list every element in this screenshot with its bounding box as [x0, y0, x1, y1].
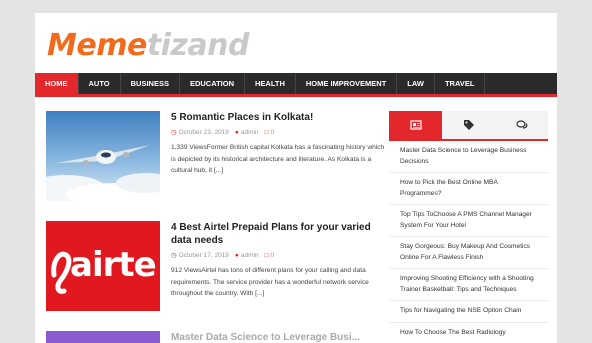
sidebar-post-link[interactable]: Stay Gorgeous: Buy Makeup And Cosmetics … — [389, 237, 548, 269]
post-author[interactable]: admin — [241, 129, 259, 136]
nav-item-travel[interactable]: TRAVEL — [435, 73, 485, 94]
logo-part-2: tizand — [147, 28, 249, 63]
user-icon: ● — [235, 252, 239, 259]
post-item: airte 4 Best Airtel Prepaid Plans for yo… — [46, 221, 386, 313]
post-thumbnail-airtel[interactable]: airte — [46, 221, 160, 311]
post-title[interactable]: 4 Best Airtel Prepaid Plans for your var… — [171, 221, 386, 247]
clock-icon: ◷ — [171, 252, 177, 259]
post-excerpt: 912 ViewsAirtel has tons of different pl… — [171, 265, 386, 300]
nav-item-auto[interactable]: AUTO — [79, 73, 121, 94]
sidebar-post-link[interactable]: Top Tips ToChoose A PMS Channel Manager … — [389, 205, 548, 237]
post-comments[interactable]: 0 — [271, 129, 275, 136]
sidebar-post-link[interactable]: Tips for Navigating the NSE Option Chain — [389, 301, 548, 323]
sidebar-tabs — [389, 111, 548, 141]
nav-item-home[interactable]: HOME — [35, 73, 79, 94]
nav-item-law[interactable]: LAW — [397, 73, 435, 94]
sidebar-widget: Master Data Science to Leverage Business… — [389, 111, 548, 343]
clock-icon: ◷ — [171, 129, 177, 136]
nav-item-health[interactable]: HEALTH — [245, 73, 296, 94]
main-navigation: HOME AUTO BUSINESS EDUCATION HEALTH HOME… — [35, 73, 557, 97]
sidebar-post-link[interactable]: Improving Shooting Efficiency with a Sho… — [389, 269, 548, 301]
newspaper-icon — [410, 119, 422, 131]
post-date: October 23, 2019 — [179, 129, 229, 136]
airtel-logo-text: airte — [70, 245, 156, 285]
tags-icon — [463, 119, 475, 131]
sidebar-post-link[interactable]: How To Choose The Best Radiology — [389, 323, 548, 343]
comment-icon: □ — [265, 129, 269, 136]
post-meta: ◷October 23, 2019 ●admin □0 — [171, 128, 386, 136]
page-container: Memetizand HOME AUTO BUSINESS EDUCATION … — [35, 13, 557, 343]
user-icon: ● — [235, 129, 239, 136]
site-logo[interactable]: Memetizand — [47, 27, 249, 65]
tab-tags[interactable] — [442, 111, 495, 139]
logo-part-1: Meme — [47, 28, 147, 63]
post-author[interactable]: admin — [241, 252, 259, 259]
sidebar-post-link[interactable]: Master Data Science to Leverage Business… — [389, 141, 548, 173]
comment-icon: □ — [265, 252, 269, 259]
post-item: 5 Romantic Places in Kolkata! ◷October 2… — [46, 111, 386, 203]
post-item: Master Data Science to Leverage Busi... — [46, 331, 386, 343]
comments-icon — [516, 119, 528, 131]
post-title[interactable]: Master Data Science to Leverage Busi... — [171, 331, 386, 343]
post-comments[interactable]: 0 — [271, 252, 275, 259]
post-date: October 17, 2019 — [179, 252, 229, 259]
post-thumbnail-airplane[interactable] — [46, 111, 160, 201]
nav-item-business[interactable]: BUSINESS — [121, 73, 180, 94]
post-excerpt: 1,339 ViewsFormer British capital Kolkat… — [171, 142, 386, 177]
post-meta: ◷October 17, 2019 ●admin □0 — [171, 251, 386, 259]
tab-comments[interactable] — [495, 111, 548, 139]
sidebar-post-list: Master Data Science to Leverage Business… — [389, 141, 548, 343]
post-title[interactable]: 5 Romantic Places in Kolkata! — [171, 111, 386, 124]
post-thumbnail[interactable] — [46, 331, 160, 343]
tab-recent-posts[interactable] — [389, 111, 442, 139]
nav-item-education[interactable]: EDUCATION — [180, 73, 245, 94]
sidebar-post-link[interactable]: How to Pick the Best Online MBA Programm… — [389, 173, 548, 205]
nav-item-home-improvement[interactable]: HOME IMPROVEMENT — [296, 73, 397, 94]
airplane-image — [46, 111, 160, 201]
